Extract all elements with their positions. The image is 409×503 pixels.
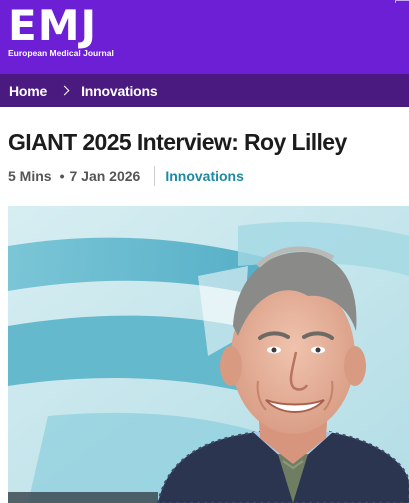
emj-logo[interactable]: EMJ European Medical Journal [8, 5, 118, 65]
logo-subtitle: European Medical Journal [8, 48, 114, 58]
hero-image [8, 206, 409, 503]
meta-divider [154, 166, 156, 186]
site-header: EMJ European Medical Journal [0, 0, 409, 74]
article-title: GIANT 2025 Interview: Roy Lilley [8, 129, 347, 155]
breadcrumb-innovations-link[interactable]: Innovations [81, 83, 158, 99]
interview-portrait-image [8, 206, 409, 503]
article-meta: 5 Mins • 7 Jan 2026 Innovations [8, 166, 244, 186]
logo-mark: EMJ [8, 1, 98, 50]
breadcrumb-home-link[interactable]: Home [9, 83, 47, 99]
meta-dot-separator: • [59, 168, 65, 184]
category-link[interactable]: Innovations [165, 168, 244, 184]
read-time: 5 Mins [8, 168, 52, 184]
publish-date: 7 Jan 2026 [69, 168, 141, 184]
chevron-right-icon [59, 85, 70, 96]
header-edge-decoration [395, 0, 409, 3]
breadcrumb: Home Innovations [0, 74, 409, 107]
